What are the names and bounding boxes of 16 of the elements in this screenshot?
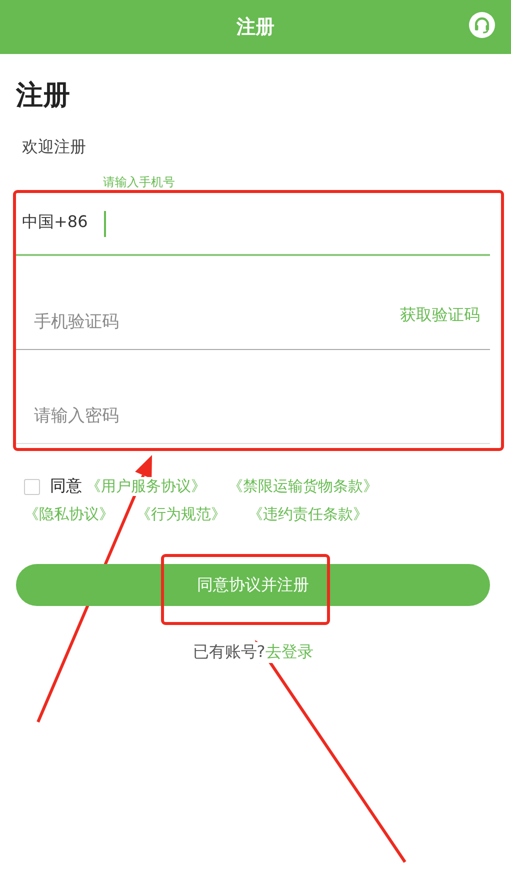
header-title: 注册 (236, 15, 274, 40)
checkbox[interactable] (24, 478, 40, 494)
floating-label: 请输入手机号 (103, 175, 175, 189)
page-title: 注册 (16, 79, 71, 113)
login-prompt: 已有账号? (192, 642, 266, 663)
login-link[interactable]: 去登录 (265, 642, 314, 663)
subtitle: 欢迎注册 (22, 136, 87, 158)
code-field[interactable]: 手机验证码 获取验证码 (16, 256, 490, 350)
get-code-link[interactable]: 获取验证码 (400, 305, 480, 326)
placeholder-text: 请输入密码 (34, 405, 119, 427)
country-code[interactable]: 中国+86 (22, 212, 88, 232)
password-field[interactable]: 请输入密码 (16, 350, 490, 444)
register-button[interactable]: 同意协议并注册 (16, 564, 490, 606)
phone-field[interactable]: 请输入手机号 中国+86 (16, 175, 490, 256)
headset-icon[interactable] (469, 12, 495, 38)
placeholder-text: 手机验证码 (34, 311, 119, 333)
